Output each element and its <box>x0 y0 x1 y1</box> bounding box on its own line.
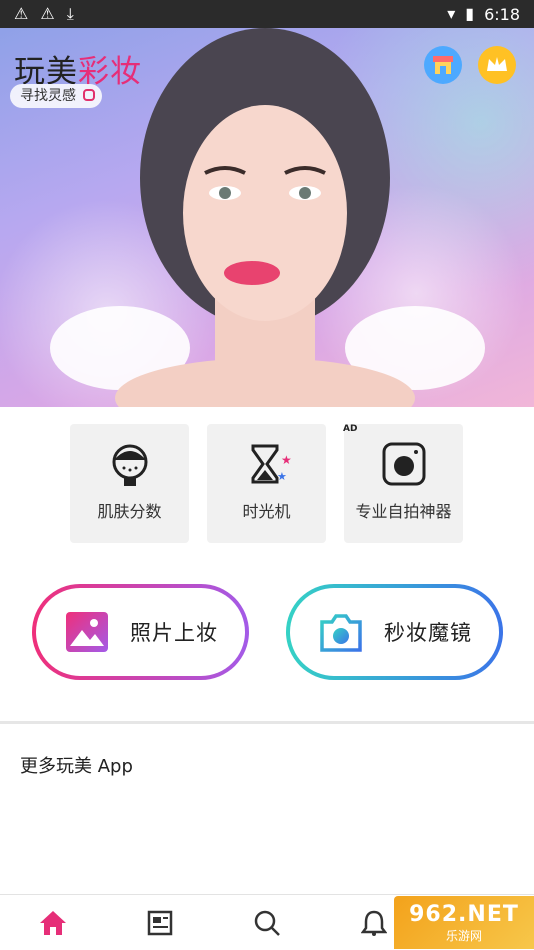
nav-news[interactable] <box>142 905 178 941</box>
camera-icon <box>320 614 362 652</box>
vip-button[interactable] <box>478 46 516 84</box>
home-icon <box>40 911 66 935</box>
svg-text:★: ★ <box>281 453 291 467</box>
instagram-icon <box>83 89 95 101</box>
more-apps-title: 更多玩美 App <box>20 756 133 777</box>
crown-icon <box>487 57 507 71</box>
notification-icons: ⚠ ⚠ ⤓ <box>14 4 74 24</box>
battery-icon: ▮ <box>465 4 475 23</box>
wifi-icon: ▾ <box>447 4 456 23</box>
hourglass-icon: ★ ★ <box>251 444 291 484</box>
search-icon <box>254 910 280 936</box>
news-icon <box>147 910 173 936</box>
system-icons: ▾ ▮ 6:18 <box>447 4 520 24</box>
camera-app-icon <box>382 442 425 486</box>
status-bar: ⚠ ⚠ ⤓ ▾ ▮ 6:18 <box>0 0 534 28</box>
warning-icon: ⚠ <box>14 4 29 23</box>
feature-row: 肌肤分数 ★ ★ 时光机 专业自拍神器 <box>0 424 534 544</box>
nav-notifications[interactable] <box>356 905 392 941</box>
site-watermark: 962.NET 乐游网 <box>394 896 534 949</box>
hero-banner[interactable]: 玩美彩妆 寻找灵感 <box>0 28 534 407</box>
store-button[interactable] <box>424 46 462 84</box>
photo-makeup-button[interactable]: 照片上妆 <box>32 584 249 680</box>
face-scan-icon <box>112 444 147 486</box>
clock: 6:18 <box>484 4 520 24</box>
selfie-app-tile[interactable]: 专业自拍神器 <box>344 424 463 543</box>
warning-icon: ⚠ <box>40 4 55 23</box>
time-machine-tile[interactable]: ★ ★ 时光机 <box>207 424 326 543</box>
ad-badge: AD <box>343 424 358 434</box>
bell-icon <box>361 910 387 936</box>
download-icon: ⤓ <box>66 4 74 23</box>
inspiration-tag[interactable]: 寻找灵感 <box>10 84 102 108</box>
section-divider <box>0 721 534 724</box>
photo-icon <box>66 612 108 652</box>
svg-text:★: ★ <box>277 470 287 483</box>
nav-search[interactable] <box>249 905 285 941</box>
instant-mirror-button[interactable]: 秒妆魔镜 <box>286 584 503 680</box>
nav-home[interactable] <box>35 905 71 941</box>
skin-score-tile[interactable]: 肌肤分数 <box>70 424 189 543</box>
store-icon <box>433 56 453 74</box>
